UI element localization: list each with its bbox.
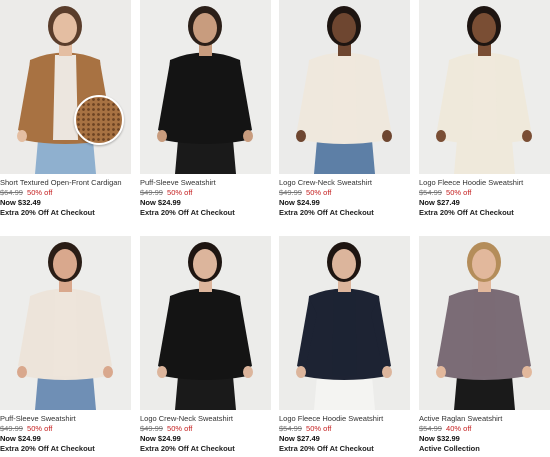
product-image[interactable] bbox=[419, 0, 550, 174]
original-price: $64.99 bbox=[0, 188, 23, 197]
sale-price: Now $24.99 bbox=[0, 434, 41, 443]
product-name[interactable]: Active Raglan Sweatshirt bbox=[419, 414, 550, 424]
promo-text: Extra 20% Off At Checkout bbox=[279, 208, 374, 217]
product-name[interactable]: Logo Crew-Neck Sweatshirt bbox=[140, 414, 271, 424]
sale-price: Now $24.99 bbox=[279, 198, 320, 207]
product-name[interactable]: Puff-Sleeve Sweatshirt bbox=[0, 414, 131, 424]
promo-text: Active Collection bbox=[419, 444, 480, 453]
sale-price: Now $24.99 bbox=[140, 198, 181, 207]
price-line: $49.99 50% off bbox=[140, 424, 271, 434]
model-figure bbox=[296, 242, 392, 410]
product-image[interactable] bbox=[279, 0, 410, 174]
promo-text: Extra 20% Off At Checkout bbox=[140, 444, 235, 453]
sale-price: Now $32.49 bbox=[0, 198, 41, 207]
model-figure bbox=[296, 6, 392, 174]
price-line: $64.99 50% off bbox=[0, 188, 131, 198]
discount-percent: 50% off bbox=[306, 424, 332, 433]
product-name[interactable]: Logo Fleece Hoodie Sweatshirt bbox=[419, 178, 550, 188]
model-figure bbox=[17, 242, 113, 410]
product-name[interactable]: Short Textured Open-Front Cardigan bbox=[0, 178, 131, 188]
discount-percent: 50% off bbox=[446, 188, 472, 197]
price-line: $49.99 50% off bbox=[279, 188, 410, 198]
product-name[interactable]: Logo Fleece Hoodie Sweatshirt bbox=[279, 414, 410, 424]
price-line: $49.99 50% off bbox=[0, 424, 131, 434]
model-figure bbox=[157, 242, 253, 410]
price-line: $54.99 40% off bbox=[419, 424, 550, 434]
original-price: $54.99 bbox=[279, 424, 302, 433]
product-image[interactable] bbox=[279, 236, 410, 410]
promo-text: Extra 20% Off At Checkout bbox=[419, 208, 514, 217]
sale-price: Now $27.49 bbox=[419, 198, 460, 207]
sale-price: Now $24.99 bbox=[140, 434, 181, 443]
product-image[interactable] bbox=[0, 0, 131, 174]
product-grid: Short Textured Open-Front Cardigan $64.9… bbox=[0, 0, 550, 457]
product-card[interactable]: Puff-Sleeve Sweatshirt $49.99 50% off No… bbox=[140, 0, 271, 218]
product-image[interactable] bbox=[140, 236, 271, 410]
discount-percent: 40% off bbox=[446, 424, 472, 433]
promo-text: Extra 20% Off At Checkout bbox=[0, 444, 95, 453]
product-card[interactable]: Puff-Sleeve Sweatshirt $49.99 50% off No… bbox=[0, 236, 131, 454]
product-card[interactable]: Logo Fleece Hoodie Sweatshirt $54.99 50%… bbox=[279, 236, 410, 454]
fabric-swatch-zoom bbox=[74, 95, 124, 145]
product-card[interactable]: Logo Fleece Hoodie Sweatshirt $54.99 50%… bbox=[419, 0, 550, 218]
model-figure bbox=[157, 6, 253, 174]
original-price: $49.99 bbox=[140, 188, 163, 197]
product-card[interactable]: Logo Crew-Neck Sweatshirt $49.99 50% off… bbox=[279, 0, 410, 218]
discount-percent: 50% off bbox=[27, 188, 53, 197]
promo-text: Extra 20% Off At Checkout bbox=[0, 208, 95, 217]
product-card[interactable]: Active Raglan Sweatshirt $54.99 40% off … bbox=[419, 236, 550, 454]
price-line: $54.99 50% off bbox=[419, 188, 550, 198]
product-image[interactable] bbox=[140, 0, 271, 174]
original-price: $49.99 bbox=[140, 424, 163, 433]
price-line: $49.99 50% off bbox=[140, 188, 271, 198]
product-name[interactable]: Logo Crew-Neck Sweatshirt bbox=[279, 178, 410, 188]
sale-price: Now $27.49 bbox=[279, 434, 320, 443]
promo-text: Extra 20% Off At Checkout bbox=[279, 444, 374, 453]
product-card[interactable]: Short Textured Open-Front Cardigan $64.9… bbox=[0, 0, 131, 218]
price-line: $54.99 50% off bbox=[279, 424, 410, 434]
model-figure bbox=[436, 6, 532, 174]
original-price: $49.99 bbox=[0, 424, 23, 433]
discount-percent: 50% off bbox=[306, 188, 332, 197]
original-price: $54.99 bbox=[419, 188, 442, 197]
original-price: $49.99 bbox=[279, 188, 302, 197]
product-card[interactable]: Logo Crew-Neck Sweatshirt $49.99 50% off… bbox=[140, 236, 271, 454]
discount-percent: 50% off bbox=[167, 188, 193, 197]
original-price: $54.99 bbox=[419, 424, 442, 433]
sale-price: Now $32.99 bbox=[419, 434, 460, 443]
model-figure bbox=[17, 6, 113, 174]
product-image[interactable] bbox=[0, 236, 131, 410]
discount-percent: 50% off bbox=[27, 424, 53, 433]
product-name[interactable]: Puff-Sleeve Sweatshirt bbox=[140, 178, 271, 188]
model-figure bbox=[436, 242, 532, 410]
promo-text: Extra 20% Off At Checkout bbox=[140, 208, 235, 217]
discount-percent: 50% off bbox=[167, 424, 193, 433]
product-image[interactable] bbox=[419, 236, 550, 410]
